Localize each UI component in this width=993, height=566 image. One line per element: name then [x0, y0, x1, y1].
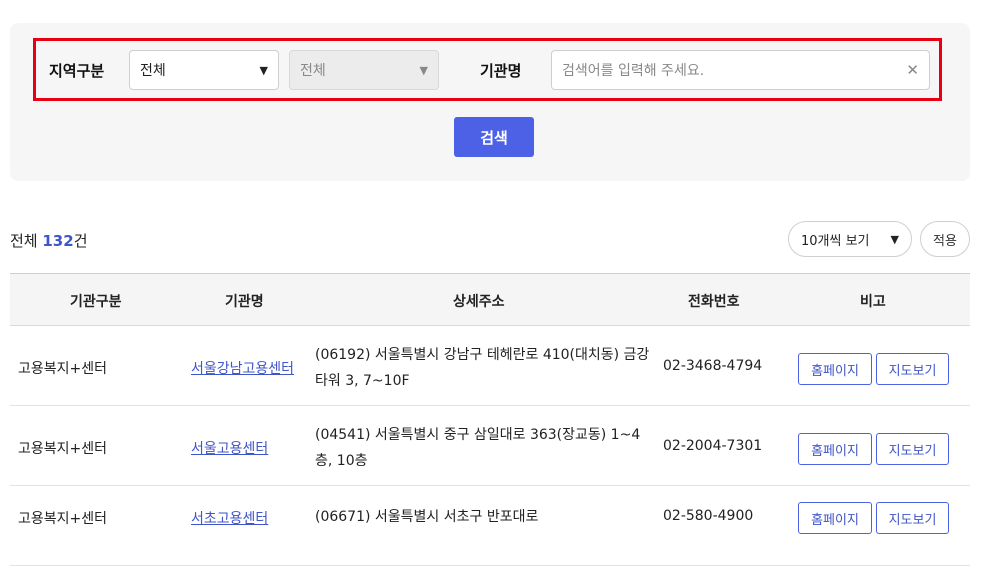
org-name-link[interactable]: 서울강남고용센터: [191, 358, 294, 378]
close-icon[interactable]: ✕: [906, 61, 919, 79]
subregion-select-value: 전체: [300, 63, 326, 79]
result-total: 전체 132건: [10, 230, 88, 251]
results-table: 기관구분 기관명 상세주소 전화번호 비고 고용복지+센터 서울강남고용센터 (…: [10, 273, 970, 566]
header-note: 비고: [860, 294, 886, 310]
page-size-value: 10개씩 보기: [801, 233, 870, 249]
region-select-value: 전체: [140, 63, 166, 79]
org-label: 기관명: [480, 62, 522, 80]
org-address: (06192) 서울특별시 강남구 테헤란로 410(대치동) 금강타워 3, …: [315, 347, 650, 389]
region-select[interactable]: 전체 ▼: [129, 50, 279, 90]
total-prefix: 전체: [10, 232, 43, 250]
homepage-button[interactable]: 홈페이지: [798, 502, 872, 534]
header-address: 상세주소: [453, 294, 505, 310]
org-name-link[interactable]: 서초고용센터: [191, 508, 268, 528]
org-address: (04541) 서울특별시 중구 삼일대로 363(장교동) 1~4층, 10층: [315, 427, 641, 469]
table-row: 고용복지+센터 서초고용센터 (06671) 서울특별시 서초구 반포대로 02…: [10, 486, 970, 566]
map-button[interactable]: 지도보기: [876, 433, 949, 465]
chevron-down-icon: ▼: [890, 232, 899, 246]
map-button[interactable]: 지도보기: [876, 502, 949, 534]
table-header: 기관구분 기관명 상세주소 전화번호 비고: [10, 273, 970, 326]
subregion-select[interactable]: 전체 ▼: [289, 50, 439, 90]
org-search-input[interactable]: 검색어를 입력해 주세요. ✕: [551, 50, 930, 90]
homepage-button[interactable]: 홈페이지: [798, 433, 872, 465]
org-type: 고용복지+센터: [18, 441, 108, 457]
org-type: 고용복지+센터: [18, 361, 108, 377]
map-button[interactable]: 지도보기: [876, 353, 949, 385]
page-size-select[interactable]: 10개씩 보기 ▼: [788, 221, 912, 257]
header-phone: 전화번호: [688, 294, 740, 310]
table-row: 고용복지+센터 서울고용센터 (04541) 서울특별시 중구 삼일대로 363…: [10, 406, 970, 486]
org-phone: 02-580-4900: [663, 508, 754, 524]
org-name-link[interactable]: 서울고용센터: [191, 438, 268, 458]
org-address: (06671) 서울특별시 서초구 반포대로: [315, 509, 539, 525]
header-type: 기관구분: [70, 294, 122, 310]
total-suffix: 건: [73, 232, 88, 250]
filter-box: 지역구분 전체 ▼ 전체 ▼ 기관명 검색어를 입력해 주세요. ✕: [33, 38, 942, 101]
org-phone: 02-3468-4794: [663, 358, 763, 374]
search-button[interactable]: 검색: [454, 117, 534, 157]
chevron-down-icon: ▼: [419, 63, 428, 77]
table-row: 고용복지+센터 서울강남고용센터 (06192) 서울특별시 강남구 테헤란로 …: [10, 326, 970, 406]
region-label: 지역구분: [49, 62, 105, 80]
org-phone: 02-2004-7301: [663, 438, 763, 454]
apply-button[interactable]: 적용: [920, 221, 970, 257]
chevron-down-icon: ▼: [259, 63, 268, 77]
org-type: 고용복지+센터: [18, 511, 108, 527]
total-count: 132: [42, 232, 74, 250]
homepage-button[interactable]: 홈페이지: [798, 353, 872, 385]
search-placeholder: 검색어를 입력해 주세요.: [562, 63, 705, 79]
search-panel: 지역구분 전체 ▼ 전체 ▼ 기관명 검색어를 입력해 주세요. ✕ 검색: [10, 23, 970, 181]
header-name: 기관명: [225, 294, 264, 310]
